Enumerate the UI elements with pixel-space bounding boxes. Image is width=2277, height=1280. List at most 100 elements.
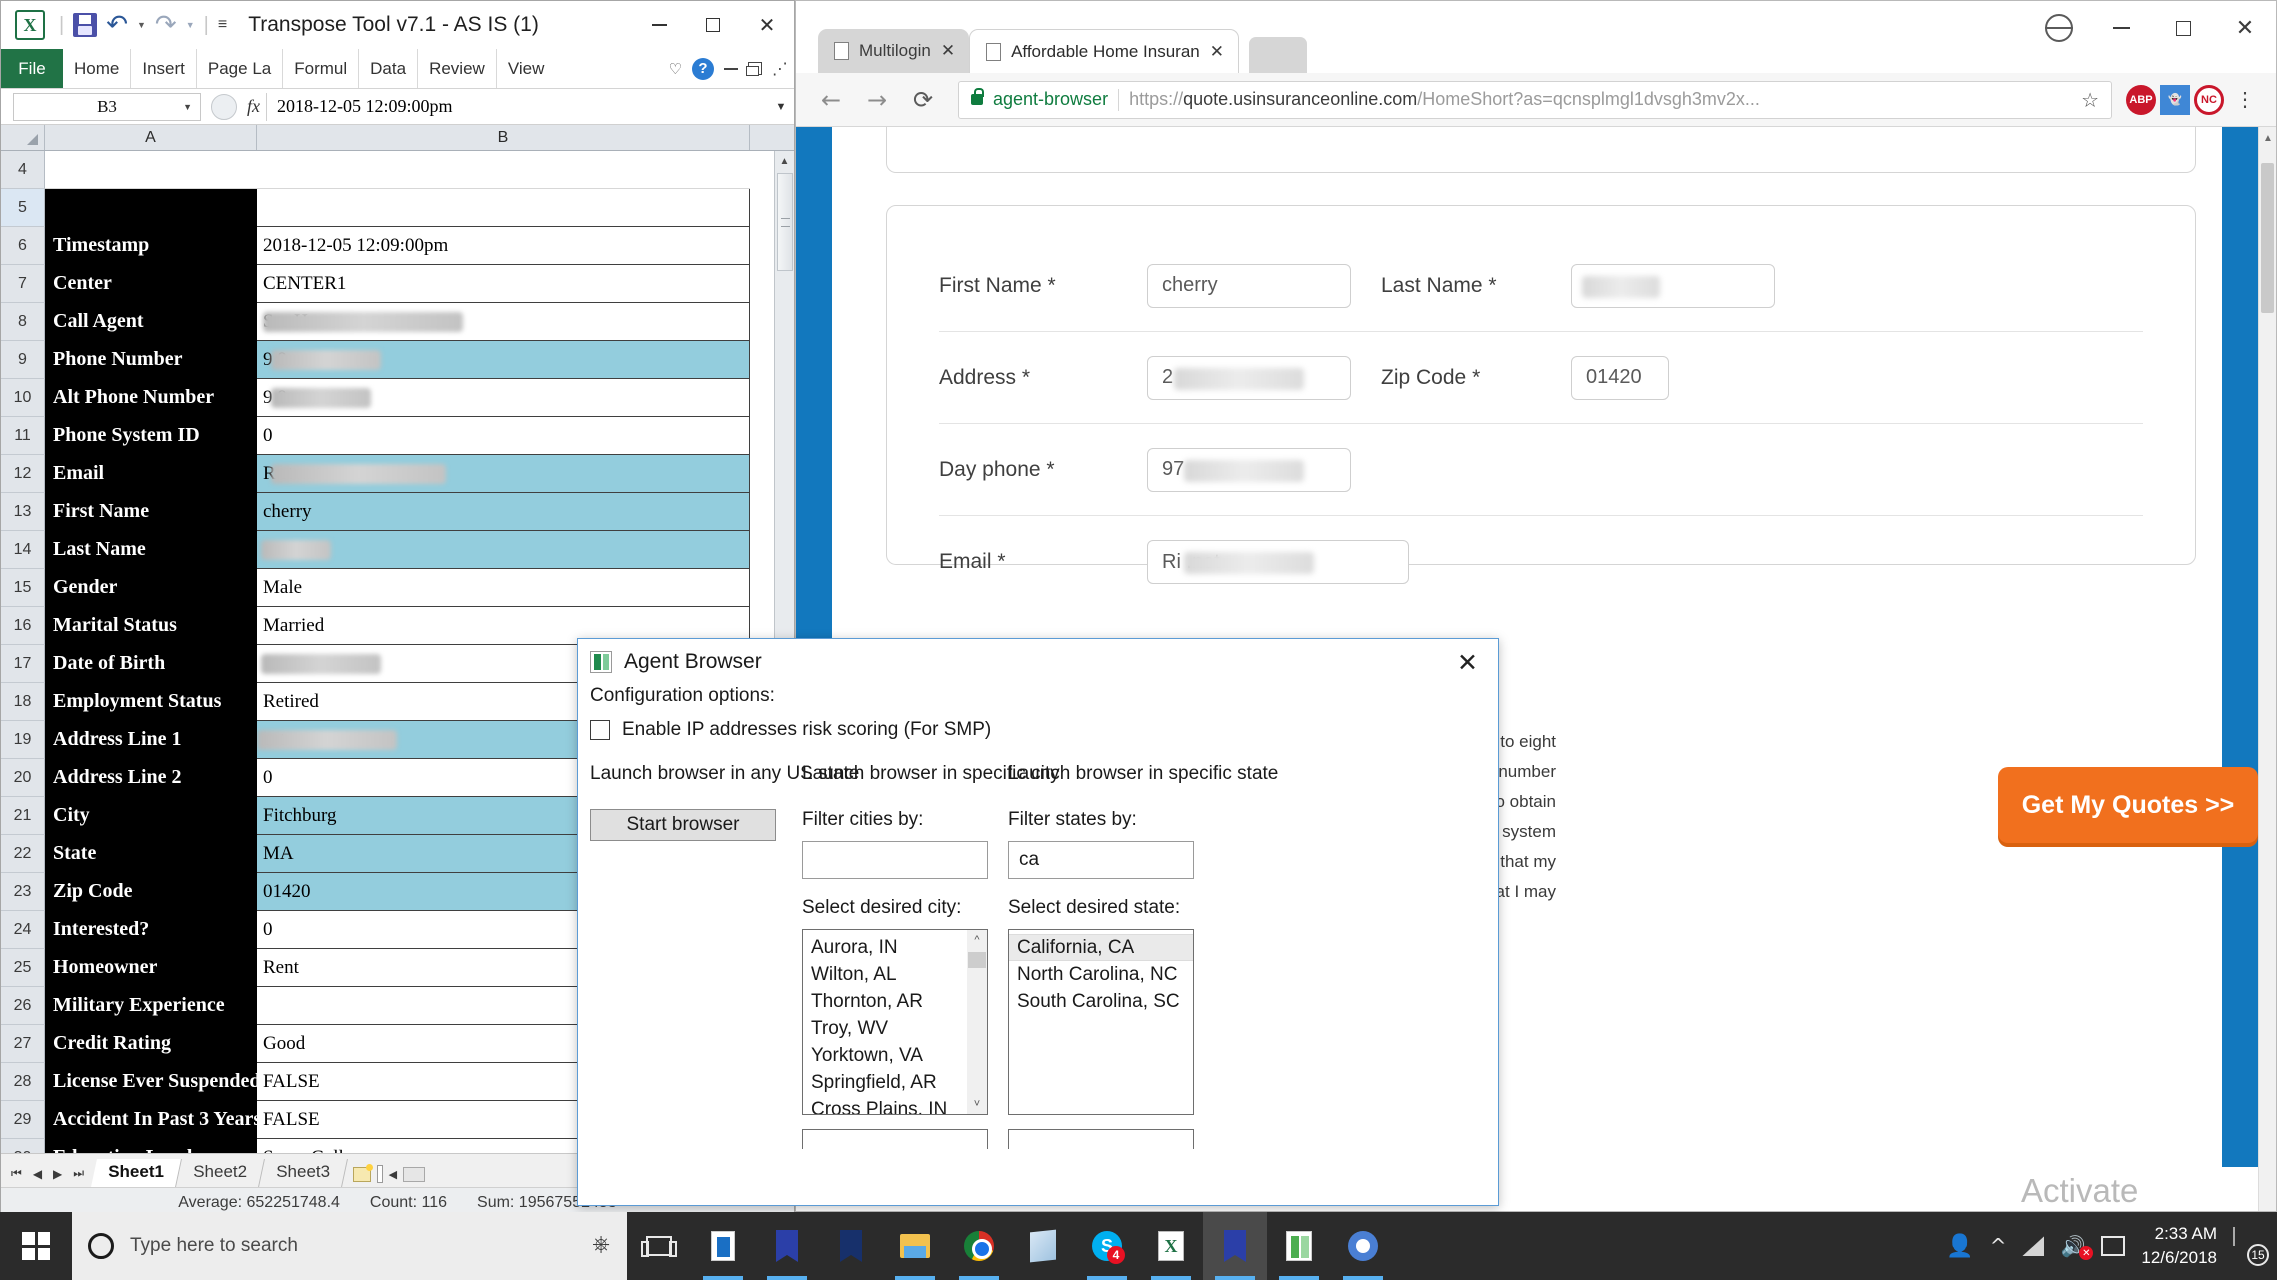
browser-tab-affordable-home-insurance[interactable]: Affordable Home Insuran ✕ (969, 29, 1239, 73)
hscroll-left-icon[interactable]: ◀ (389, 1168, 397, 1181)
row-header[interactable]: 12 (1, 455, 45, 493)
formula-bar[interactable]: 2018-12-05 12:09:00pm (266, 93, 768, 121)
chrome-tabstrip[interactable]: ✕ Multilogin ✕ Affordable Home Insuran ✕ (796, 1, 2276, 73)
system-tray[interactable]: 👤 ^ 🔊✕ 2:33 AM 12/6/2018 15 (1946, 1212, 2277, 1280)
taskbar-app-excel[interactable]: X (1139, 1212, 1203, 1280)
first-sheet-icon[interactable]: ⏮ (11, 1166, 22, 1181)
task-view-button[interactable] (627, 1212, 691, 1280)
taskbar-app-green-window[interactable] (1267, 1212, 1331, 1280)
close-button[interactable]: ✕ (2214, 1, 2276, 55)
get-my-quotes-button[interactable]: Get My Quotes >> (1998, 767, 2258, 843)
first-name-input[interactable]: cherry (1147, 264, 1351, 308)
cell-label[interactable]: Accident In Past 3 Years (45, 1101, 257, 1139)
chevron-down-icon[interactable]: ▼ (183, 102, 192, 112)
browser-tabs[interactable]: Multilogin ✕ Affordable Home Insuran ✕ (818, 29, 1307, 73)
close-button[interactable]: ✕ (740, 1, 794, 49)
column-specific-state[interactable]: Launch browser in specific state Filter … (1008, 763, 1214, 1149)
close-icon[interactable]: ✕ (1449, 648, 1486, 677)
table-row[interactable]: CenterCENTER1 (45, 265, 794, 303)
chrome-menu-icon[interactable]: ⋮ (2228, 96, 2262, 104)
filter-states-input[interactable]: ca (1008, 841, 1194, 879)
enable-ip-risk-scoring-checkbox[interactable] (590, 720, 610, 740)
new-tab-button[interactable] (1249, 37, 1307, 73)
form-row-email[interactable]: Email * Ri .net (939, 516, 2143, 608)
table-row[interactable]: Last Name (45, 531, 794, 569)
row-header[interactable]: 27 (1, 1025, 45, 1063)
taskbar-app-ribbon-dark[interactable] (819, 1212, 883, 1280)
ribbon-close-icon[interactable]: ⋰ (772, 59, 788, 78)
cell-value[interactable] (257, 151, 750, 189)
filter-cities-input[interactable] (802, 841, 988, 879)
insert-function-icon[interactable]: fx (247, 96, 260, 117)
cell-label[interactable]: Date of Birth (45, 645, 257, 683)
list-item[interactable]: Springfield, AR (803, 1069, 987, 1096)
cell-label[interactable]: Phone System ID (45, 417, 257, 455)
city-list-scrollbar[interactable]: ^ ˅ (967, 930, 987, 1114)
form-row-name[interactable]: First Name * cherry Last Name * (939, 240, 2143, 332)
dialog-body[interactable]: Configuration options: Enable IP address… (578, 685, 1498, 1149)
taskbar-app-store[interactable] (691, 1212, 755, 1280)
close-icon[interactable]: ✕ (1210, 42, 1224, 62)
table-row[interactable]: First Namecherry (45, 493, 794, 531)
dialog-columns[interactable]: Launch browser in any US state Start bro… (590, 763, 1486, 1149)
redo-icon[interactable]: ↷ (155, 13, 177, 37)
profile-avatar[interactable] (2028, 1, 2090, 55)
undo-icon[interactable]: ↶ (106, 13, 128, 37)
cell-value[interactable]: 0 (257, 417, 750, 455)
list-item[interactable]: Cross Plains, IN (803, 1096, 987, 1115)
close-icon[interactable]: ✕ (941, 41, 955, 61)
list-item[interactable]: South Carolina, SC (1009, 988, 1193, 1015)
taskbar-search-box[interactable]: Type here to search ⎈ (72, 1212, 627, 1280)
row-header[interactable]: 7 (1, 265, 45, 303)
table-row[interactable]: EmailR st.net (45, 455, 794, 493)
undo-chevron-down-icon[interactable]: ▼ (137, 20, 146, 30)
start-button[interactable] (0, 1212, 72, 1280)
reload-icon[interactable]: ⟳ (902, 79, 944, 121)
adblock-plus-extension-icon[interactable]: ABP (2126, 85, 2156, 115)
taskbar-app-ribbon-blue[interactable] (755, 1212, 819, 1280)
cell-label[interactable]: Employment Status (45, 683, 257, 721)
cell-label[interactable]: Email (45, 455, 257, 493)
form-row-address[interactable]: Address * 2 Zip Code * 01420 (939, 332, 2143, 424)
minimize-button[interactable] (2090, 1, 2152, 55)
taskbar-app-chromium[interactable] (1331, 1212, 1395, 1280)
ghostery-extension-icon[interactable]: 👻 (2160, 85, 2190, 115)
quote-form-card[interactable]: First Name * cherry Last Name * (886, 205, 2196, 565)
scroll-down-icon[interactable]: ˅ (967, 1094, 987, 1114)
cell-value[interactable]: S asH (257, 303, 750, 341)
column-headers[interactable]: A B (1, 125, 794, 151)
cell-label[interactable]: Credit Rating (45, 1025, 257, 1063)
ribbon-right-controls[interactable]: ♡ ? ⋰ (669, 49, 794, 88)
excel-formula-row[interactable]: B3 ▼ fx 2018-12-05 12:09:00pm ▼ (1, 89, 794, 125)
cell-label[interactable]: City (45, 797, 257, 835)
network-icon[interactable] (2022, 1236, 2044, 1256)
cell-value[interactable]: Male (257, 569, 750, 607)
address-bar[interactable]: agent-browser https://quote.usinsuranceo… (958, 81, 2112, 119)
table-row[interactable]: Call AgentS asH (45, 303, 794, 341)
cell-label[interactable]: Timestamp (45, 227, 257, 265)
row-header[interactable]: 22 (1, 835, 45, 873)
taskbar-pinned-apps[interactable]: S4 X (627, 1212, 1395, 1280)
forward-icon[interactable]: → (856, 79, 898, 121)
taskbar-app-chrome[interactable] (947, 1212, 1011, 1280)
cell-label[interactable]: Last Name (45, 531, 257, 569)
last-name-input[interactable] (1571, 264, 1775, 308)
sheet-extra-controls[interactable]: ◀ (345, 1165, 431, 1187)
volume-muted-icon[interactable]: 🔊✕ (2060, 1234, 2085, 1258)
cell-label[interactable]: First Name (45, 493, 257, 531)
taskbar-clock[interactable]: 2:33 AM 12/6/2018 (2141, 1222, 2217, 1270)
save-icon[interactable] (73, 13, 97, 37)
cell-label[interactable]: Alt Phone Number (45, 379, 257, 417)
row-header[interactable]: 29 (1, 1101, 45, 1139)
ribbon-tab-review[interactable]: Review (418, 49, 497, 88)
table-row[interactable]: Alt Phone Number9 8 (45, 379, 794, 417)
sheet-tab-sheet1[interactable]: Sheet1 (91, 1159, 182, 1187)
horizontal-scrollbar[interactable] (403, 1167, 425, 1182)
chrome-window-buttons[interactable]: ✕ (2028, 1, 2276, 55)
city-bottom-control[interactable] (802, 1129, 988, 1149)
city-listbox[interactable]: Aurora, INWilton, ALThornton, ARTroy, WV… (802, 929, 988, 1115)
display-icon[interactable] (2101, 1236, 2125, 1256)
next-sheet-icon[interactable]: ▶ (53, 1167, 62, 1181)
taskbar-app-file-explorer[interactable] (883, 1212, 947, 1280)
list-item[interactable]: Yorktown, VA (803, 1042, 987, 1069)
